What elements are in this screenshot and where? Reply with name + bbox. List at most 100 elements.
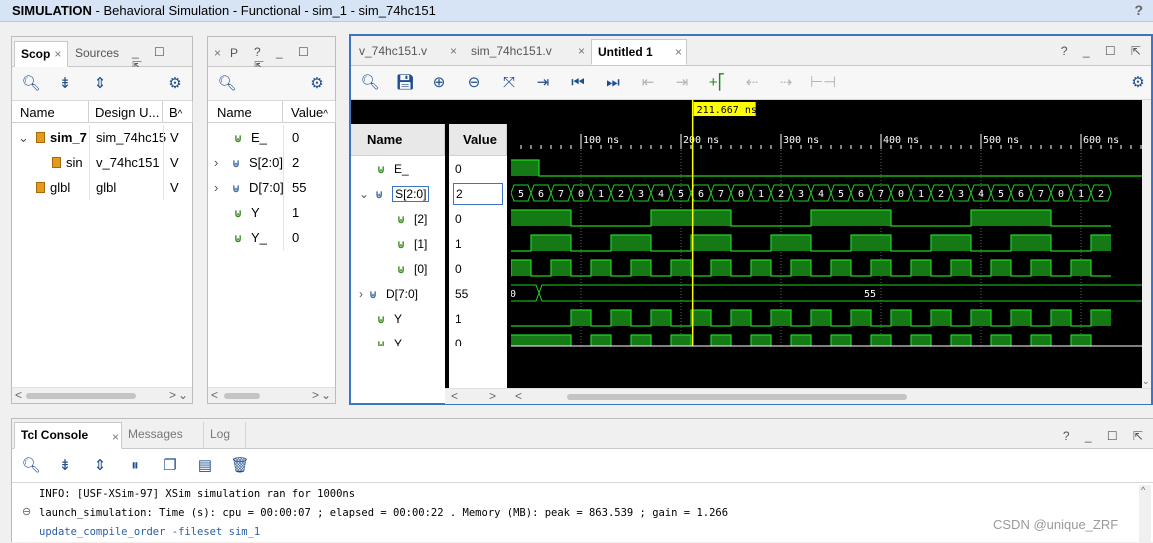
collapse-all-icon[interactable]: ⇟ — [54, 455, 76, 477]
wave-high-fill — [871, 235, 891, 251]
previous-marker-icon[interactable]: ⇠ — [741, 72, 763, 94]
search-icon[interactable]: 🔍︎ — [20, 455, 42, 477]
search-icon[interactable]: 🔍︎ — [20, 73, 42, 95]
search-icon[interactable]: 🔍︎ — [216, 73, 238, 95]
object-row[interactable]: › ⊎ D[7:0] 55 — [208, 175, 336, 200]
tree-row[interactable]: sin v_74hc151 V — [12, 150, 192, 175]
close-icon[interactable]: × — [54, 47, 61, 61]
wave-high-fill — [951, 235, 971, 251]
wave-high-fill — [1011, 210, 1031, 226]
zoom-out-icon[interactable]: ⊖ — [463, 72, 485, 94]
next-transition-icon[interactable]: ⇥ — [671, 72, 693, 94]
collapse-marker-icon[interactable]: ⊖ — [22, 505, 31, 518]
copy-icon[interactable]: ❐ — [159, 455, 181, 477]
signal-icon: ⊍ — [397, 214, 406, 226]
go-to-end-icon[interactable]: ⏭ — [602, 72, 624, 94]
zoom-fit-icon[interactable]: ⤧ — [498, 72, 520, 94]
vertical-scrollbar[interactable]: ^ — [1139, 485, 1151, 543]
next-marker-icon[interactable]: ⇢ — [775, 72, 797, 94]
close-icon[interactable]: × — [450, 44, 457, 58]
object-row[interactable]: ⊍ Y_ 0 — [208, 225, 336, 250]
vertical-scrollbar[interactable]: ⌄ — [1142, 100, 1151, 388]
wave-high-fill — [791, 260, 811, 276]
object-row[interactable]: ⊍ E_ 0 — [208, 125, 336, 150]
go-to-start-icon[interactable]: ⏮ — [567, 72, 589, 94]
tab-log[interactable]: Log — [204, 422, 246, 449]
pause-icon[interactable]: ⏸ — [124, 455, 146, 477]
tab-scope[interactable]: Scop × — [14, 41, 69, 67]
expand-all-icon[interactable]: ⇕ — [89, 455, 111, 477]
signal-row-yn[interactable]: ⊍ Y_ — [377, 331, 409, 346]
signal-row-s[interactable]: ⌄ ⊎ S[2:0] — [359, 181, 430, 206]
value-header[interactable]: Value — [449, 124, 507, 156]
objects-panel: × P ? _ ☐ ⇱ 🔍︎ ⚙ Name Value^ ⊍ E_ 0 › ⊎ S[… — [207, 36, 336, 404]
value-y: 1 — [455, 312, 462, 326]
wave-high-fill — [991, 210, 1011, 226]
waveform-svg[interactable]: 100 ns 200 ns 300 ns 400 ns 500 ns 600 ns 4 5 6 7… — [511, 100, 1144, 388]
table-icon[interactable]: ▤ — [194, 455, 216, 477]
zoom-in-icon[interactable]: ⊕ — [428, 72, 450, 94]
s-bus-label: 5 — [998, 189, 1004, 200]
horizontal-scrollbar[interactable]: < > ⌄ — [12, 387, 192, 403]
save-icon[interactable]: 💾︎ — [394, 72, 416, 94]
object-row[interactable]: › ⊎ S[2:0] 2 — [208, 150, 336, 175]
wave-high-fill — [811, 210, 831, 226]
panel-window-controls[interactable]: ? _ ☐ ⇱ — [1061, 44, 1147, 58]
horizontal-scrollbar[interactable]: < > — [445, 388, 511, 404]
col-name[interactable]: Name — [12, 101, 89, 123]
tab-tcl-console[interactable]: Tcl Console × — [14, 422, 122, 449]
tab-untitled-1[interactable]: Untitled 1 × — [591, 39, 687, 65]
chevron-right-icon[interactable]: › — [214, 180, 218, 195]
tab-objects[interactable]: P — [224, 41, 244, 67]
console-tabbar: Tcl Console × Messages Log ? _ ☐ ⇱ — [12, 419, 1153, 449]
close-icon[interactable]: × — [578, 44, 585, 58]
tab-sources[interactable]: Sources — [69, 41, 125, 67]
wave-bottom-area — [511, 346, 1144, 388]
wave-high-fill — [511, 160, 539, 176]
chevron-right-icon[interactable]: › — [214, 155, 218, 170]
signal-row-e[interactable]: ⊍ E_ — [377, 156, 409, 181]
search-icon[interactable]: 🔍︎ — [359, 72, 381, 94]
signal-row-s1[interactable]: ⊍ [1] — [397, 231, 427, 256]
gear-icon[interactable]: ⚙ — [164, 73, 186, 95]
panel-window-controls[interactable]: ? _ ☐ ⇱ — [1063, 429, 1149, 443]
value-d: 55 — [455, 287, 469, 301]
help-icon[interactable]: ? — [1134, 2, 1143, 18]
tab-v74hc151[interactable]: v_74hc151.v × — [353, 39, 461, 65]
horizontal-scrollbar[interactable]: < > ⌄ — [208, 387, 335, 403]
close-icon[interactable]: × — [675, 45, 682, 59]
tab-messages[interactable]: Messages — [122, 422, 204, 449]
signal-row-s0[interactable]: ⊍ [0] — [397, 256, 427, 281]
add-marker-icon[interactable]: +⎡ — [706, 72, 728, 94]
time-tick-label: 200 ns — [683, 135, 719, 146]
waveform-canvas[interactable]: 100 ns 200 ns 300 ns 400 ns 500 ns 600 ns 4 5 6 7… — [511, 100, 1144, 388]
gear-icon[interactable]: ⚙ — [306, 73, 328, 95]
bus-icon: ⊎ — [232, 183, 241, 195]
expand-all-icon[interactable]: ⇕ — [89, 73, 111, 95]
tree-row[interactable]: ⌄ sim_7 sim_74hc15 V — [12, 125, 192, 150]
clear-icon[interactable]: 🗑︎ — [229, 455, 251, 477]
col-name[interactable]: Name — [208, 101, 283, 123]
col-value[interactable]: Value^ — [283, 101, 336, 123]
close-icon[interactable]: × — [112, 430, 119, 444]
waveform-horizontal-scrollbar[interactable]: < — [511, 388, 1151, 404]
collapse-all-icon[interactable]: ⇟ — [54, 73, 76, 95]
object-row[interactable]: ⊍ Y 1 — [208, 200, 336, 225]
go-to-cursor-icon[interactable]: ⇥ — [532, 72, 554, 94]
col-b[interactable]: B^ — [163, 101, 193, 123]
signal-row-s2[interactable]: ⊍ [2] — [397, 206, 427, 231]
previous-transition-icon[interactable]: ⇤ — [637, 72, 659, 94]
signal-row-d[interactable]: › ⊎ D[7:0] — [359, 281, 418, 306]
chevron-down-icon[interactable]: ⌄ — [18, 130, 29, 146]
signal-row-y[interactable]: ⊍ Y — [377, 306, 402, 331]
wave-high-fill — [1071, 260, 1091, 276]
gear-icon[interactable]: ⚙ — [1127, 72, 1149, 94]
time-tick-label: 500 ns — [983, 135, 1019, 146]
tree-row[interactable]: glbl glbl V — [12, 175, 192, 200]
wave-e — [511, 159, 1144, 177]
swap-cursors-icon[interactable]: ⊢⊣ — [810, 72, 836, 94]
wave-high-fill — [1031, 260, 1051, 276]
tab-sim74hc151[interactable]: sim_74hc151.v × — [465, 39, 589, 65]
name-header[interactable]: Name — [351, 124, 445, 156]
col-design-unit[interactable]: Design U... — [89, 101, 163, 123]
